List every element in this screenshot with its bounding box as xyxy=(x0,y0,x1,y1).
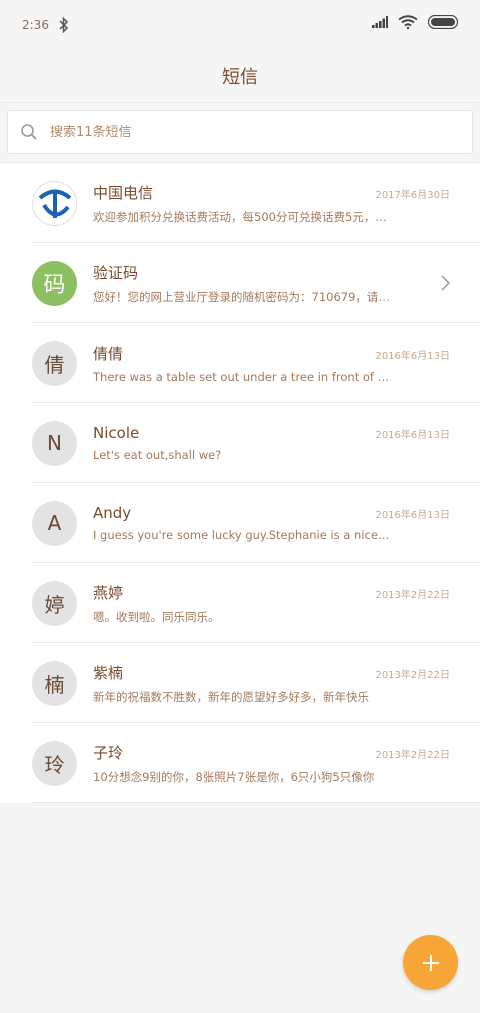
bluetooth-icon xyxy=(59,17,69,33)
search-box[interactable] xyxy=(7,110,473,154)
contact-name: 子玲 xyxy=(93,743,124,762)
chevron-right-icon[interactable] xyxy=(440,275,450,291)
avatar: A xyxy=(32,500,77,546)
message-date: 2016年6月13日 xyxy=(375,350,450,362)
message-row-nicole[interactable]: N Nicole 2016年6月13日 Let's eat out,shall … xyxy=(0,403,480,483)
message-date: 2013年2月22日 xyxy=(375,589,450,601)
battery-icon xyxy=(428,15,458,29)
status-bar: 2:36 xyxy=(0,0,480,50)
message-preview: 欢迎参加积分兑换话费活动，每500分可兑换话费5元，详情请咨询 xyxy=(93,209,393,224)
new-message-button[interactable] xyxy=(403,935,458,990)
avatar: 婷 xyxy=(32,580,77,626)
message-preview: 10分想念9别的你，8张照片7张是你，6只小狗5只像你 xyxy=(93,769,375,784)
message-date: 2013年2月22日 xyxy=(375,749,450,761)
avatar: 玲 xyxy=(32,740,77,786)
message-preview: 您好！您的网上营业厅登录的随机密码为：710679，请勿泄露 xyxy=(93,289,393,304)
search-container xyxy=(0,102,480,162)
message-row-qianqian[interactable]: 倩 倩倩 2016年6月13日 There was a table set ou… xyxy=(0,323,480,403)
avatar: 倩 xyxy=(32,340,77,386)
avatar: 楠 xyxy=(32,660,77,706)
message-list: 中国电信 2017年6月30日 欢迎参加积分兑换话费活动，每500分可兑换话费5… xyxy=(0,162,480,803)
china-telecom-logo-icon xyxy=(32,180,77,226)
message-date: 2017年6月30日 xyxy=(375,189,450,201)
message-date: 2016年6月13日 xyxy=(375,430,450,441)
message-row-verification[interactable]: 码 验证码 您好！您的网上营业厅登录的随机密码为：710679，请勿泄露 xyxy=(0,243,480,323)
wifi-icon xyxy=(398,15,418,29)
message-row-china-telecom[interactable]: 中国电信 2017年6月30日 欢迎参加积分兑换话费活动，每500分可兑换话费5… xyxy=(0,163,480,243)
contact-name: 倩倩 xyxy=(93,344,124,363)
contact-name: 验证码 xyxy=(93,263,139,282)
contact-name: 紫楠 xyxy=(93,663,124,682)
message-preview: I guess you're some lucky guy.Stephanie … xyxy=(93,528,393,542)
avatar: N xyxy=(32,420,77,466)
message-date: 2016年6月13日 xyxy=(375,510,450,521)
avatar: 码 xyxy=(32,260,77,306)
page-title: 短信 xyxy=(222,67,258,88)
search-input[interactable] xyxy=(50,124,430,140)
title-bar: 短信 xyxy=(0,50,480,102)
message-preview: Let's eat out,shall we? xyxy=(93,448,222,462)
contact-name: Andy xyxy=(93,504,132,522)
message-preview: There was a table set out under a tree i… xyxy=(93,369,393,384)
plus-icon xyxy=(422,954,439,971)
contact-name: Nicole xyxy=(93,424,140,442)
message-date: 2013年2月22日 xyxy=(375,669,450,681)
message-preview: 嗯。收到啦。同乐同乐。 xyxy=(93,609,220,624)
contact-name: 燕婷 xyxy=(93,583,124,602)
message-row-yanting[interactable]: 婷 燕婷 2013年2月22日 嗯。收到啦。同乐同乐。 xyxy=(0,563,480,643)
message-row-andy[interactable]: A Andy 2016年6月13日 I guess you're some lu… xyxy=(0,483,480,563)
message-preview: 新年的祝福数不胜数，新年的愿望好多好多，新年快乐 xyxy=(93,689,369,704)
contact-name: 中国电信 xyxy=(93,183,154,202)
signal-icon xyxy=(372,16,388,28)
search-icon xyxy=(21,124,37,140)
message-row-zinan[interactable]: 楠 紫楠 2013年2月22日 新年的祝福数不胜数，新年的愿望好多好多，新年快乐 xyxy=(0,643,480,723)
status-time: 2:36 xyxy=(22,18,49,32)
message-row-ziling[interactable]: 玲 子玲 2013年2月22日 10分想念9别的你，8张照片7张是你，6只小狗5… xyxy=(0,723,480,803)
